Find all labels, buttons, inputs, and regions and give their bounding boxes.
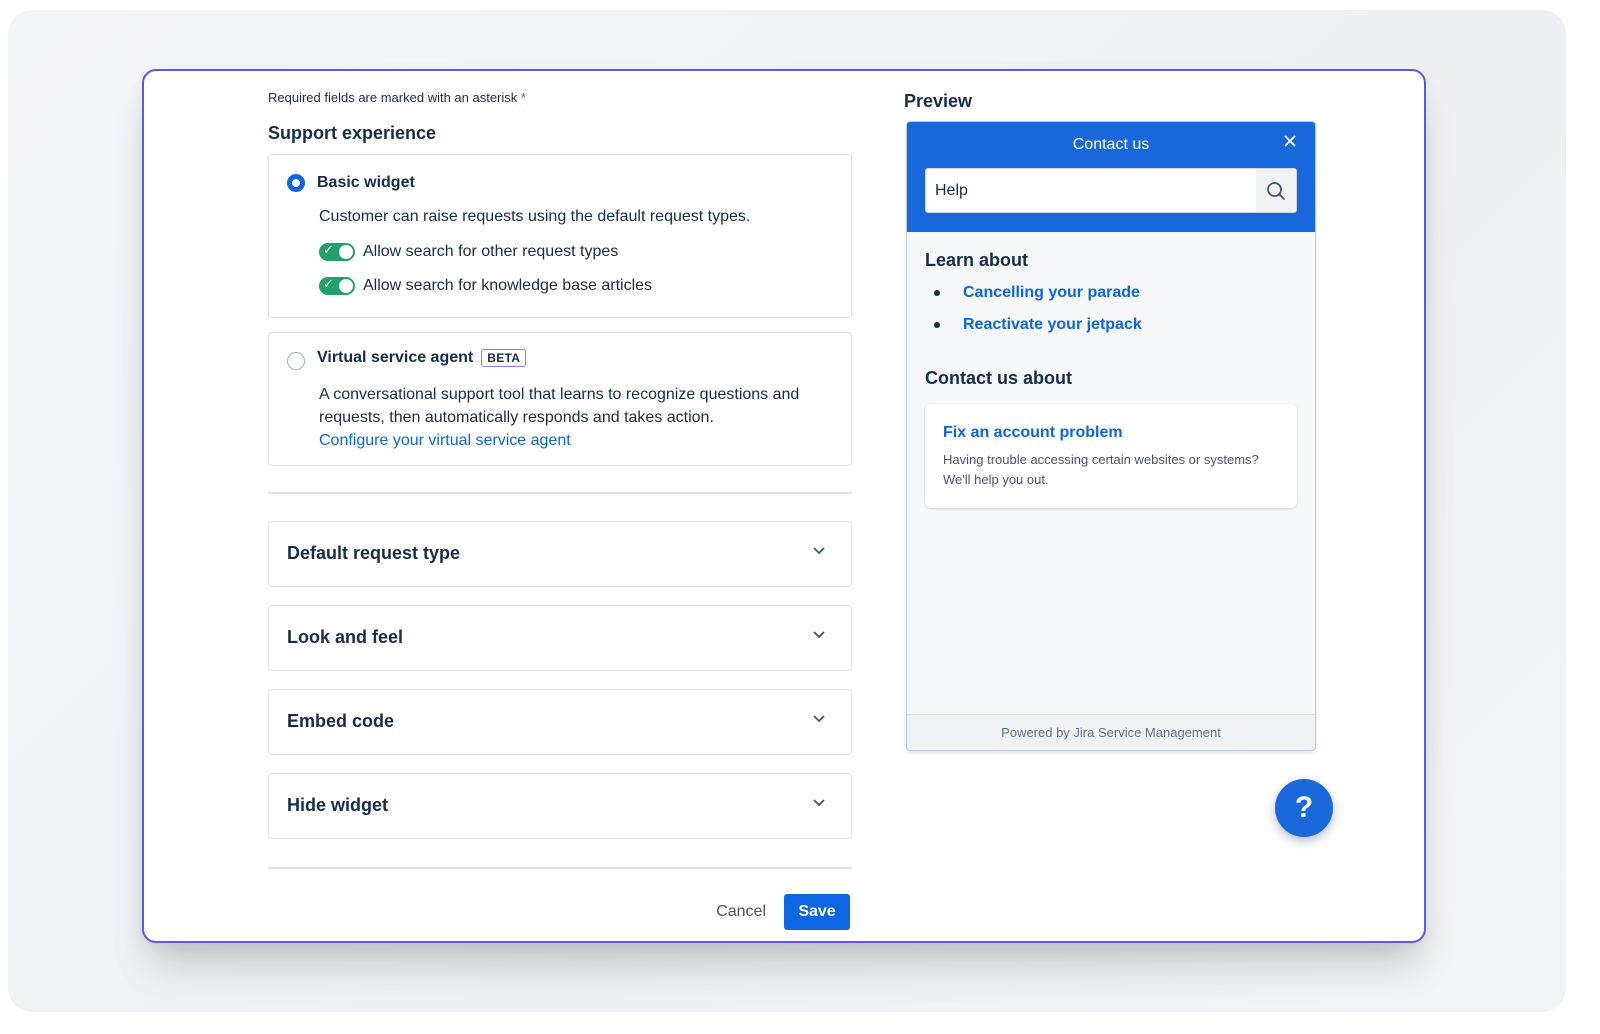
divider — [268, 492, 852, 494]
toggle-row-request-types: ✓ Allow search for other request types — [319, 242, 619, 261]
basic-widget-title-text: Basic widget — [317, 174, 415, 191]
divider — [268, 867, 852, 869]
learn-about-heading: Learn about — [925, 250, 1029, 270]
required-fields-note: Required fields are marked with an aster… — [268, 90, 526, 105]
basic-widget-radio[interactable] — [287, 174, 305, 192]
accordion-label: Embed code — [287, 711, 395, 731]
virtual-agent-title-text: Virtual service agent — [317, 349, 474, 366]
widget-header: Contact us Help — [907, 122, 1315, 232]
toggle-knob — [339, 279, 353, 293]
help-icon[interactable]: ? — [1275, 779, 1333, 837]
basic-widget-title: Basic widget — [317, 174, 415, 192]
request-type-description: Having trouble accessing certain website… — [943, 452, 1259, 487]
basic-widget-option[interactable]: Basic widget Customer can raise requests… — [268, 154, 852, 318]
widget-title: Contact us — [1072, 136, 1150, 153]
virtual-agent-description-text: A conversational support tool that learn… — [319, 386, 800, 426]
accordion-default-request-type[interactable]: Default request type — [268, 521, 852, 587]
accordion-label: Default request type — [287, 543, 461, 563]
search-button[interactable] — [1256, 169, 1296, 212]
basic-widget-description: Customer can raise requests using the de… — [319, 208, 751, 225]
virtual-agent-description: A conversational support tool that learn… — [319, 383, 829, 452]
request-type-title: Fix an account problem — [943, 424, 1123, 441]
cancel-button[interactable]: Cancel — [716, 903, 766, 921]
required-asterisk: * — [520, 90, 526, 105]
section-title: Support experience — [268, 123, 437, 143]
settings-panel: Required fields are marked with an aster… — [142, 69, 1426, 943]
list-item: Cancelling your parade — [933, 284, 1142, 316]
knowledge-base-toggle[interactable]: ✓ — [319, 276, 355, 295]
learn-about-list: Cancelling your parade Reactivate your j… — [933, 284, 1142, 348]
request-types-toggle-label: Allow search for other request types — [363, 243, 619, 260]
search-input-value: Help — [935, 182, 968, 199]
accordion-embed-code[interactable]: Embed code — [268, 689, 852, 755]
toggle-knob — [339, 245, 353, 259]
list-item: Reactivate your jetpack — [933, 316, 1142, 348]
widget-search-input[interactable]: Help — [925, 168, 1297, 213]
accordion-label: Look and feel — [287, 627, 404, 647]
virtual-agent-radio[interactable] — [287, 352, 305, 370]
preview-title: Preview — [904, 91, 973, 111]
check-icon: ✓ — [323, 276, 334, 291]
accordion-look-and-feel[interactable]: Look and feel — [268, 605, 852, 671]
toggle-row-knowledge-base: ✓ Allow search for knowledge base articl… — [319, 276, 653, 295]
knowledge-base-toggle-label: Allow search for knowledge base articles — [363, 277, 653, 294]
beta-badge: BETA — [481, 349, 527, 367]
widget-footer: Powered by Jira Service Management — [907, 714, 1315, 750]
accordion-label: Hide widget — [287, 795, 389, 815]
configure-virtual-agent-link[interactable]: Configure your virtual service agent — [319, 432, 571, 449]
save-button[interactable]: Save — [784, 894, 850, 930]
check-icon: ✓ — [323, 242, 334, 257]
learn-article-link[interactable]: Reactivate your jetpack — [963, 316, 1142, 333]
required-note-text: Required fields are marked with an aster… — [268, 90, 518, 105]
request-types-toggle[interactable]: ✓ — [319, 242, 355, 261]
accordion-hide-widget[interactable]: Hide widget — [268, 773, 852, 839]
form-actions: Cancel Save — [716, 894, 850, 930]
close-icon[interactable] — [1283, 134, 1297, 148]
virtual-agent-option[interactable]: Virtual service agent BETA A conversatio… — [268, 332, 852, 466]
widget-preview: Contact us Help Learn about Cancelling y… — [906, 121, 1316, 751]
contact-us-about-heading: Contact us about — [925, 368, 1072, 388]
virtual-agent-title: Virtual service agent BETA — [317, 349, 527, 367]
chevron-down-icon — [813, 547, 825, 555]
chevron-down-icon — [813, 715, 825, 723]
learn-article-link[interactable]: Cancelling your parade — [963, 284, 1140, 301]
search-icon — [1267, 181, 1286, 200]
chevron-down-icon — [813, 799, 825, 807]
chevron-down-icon — [813, 631, 825, 639]
request-type-card[interactable]: Fix an account problem Having trouble ac… — [925, 404, 1297, 508]
